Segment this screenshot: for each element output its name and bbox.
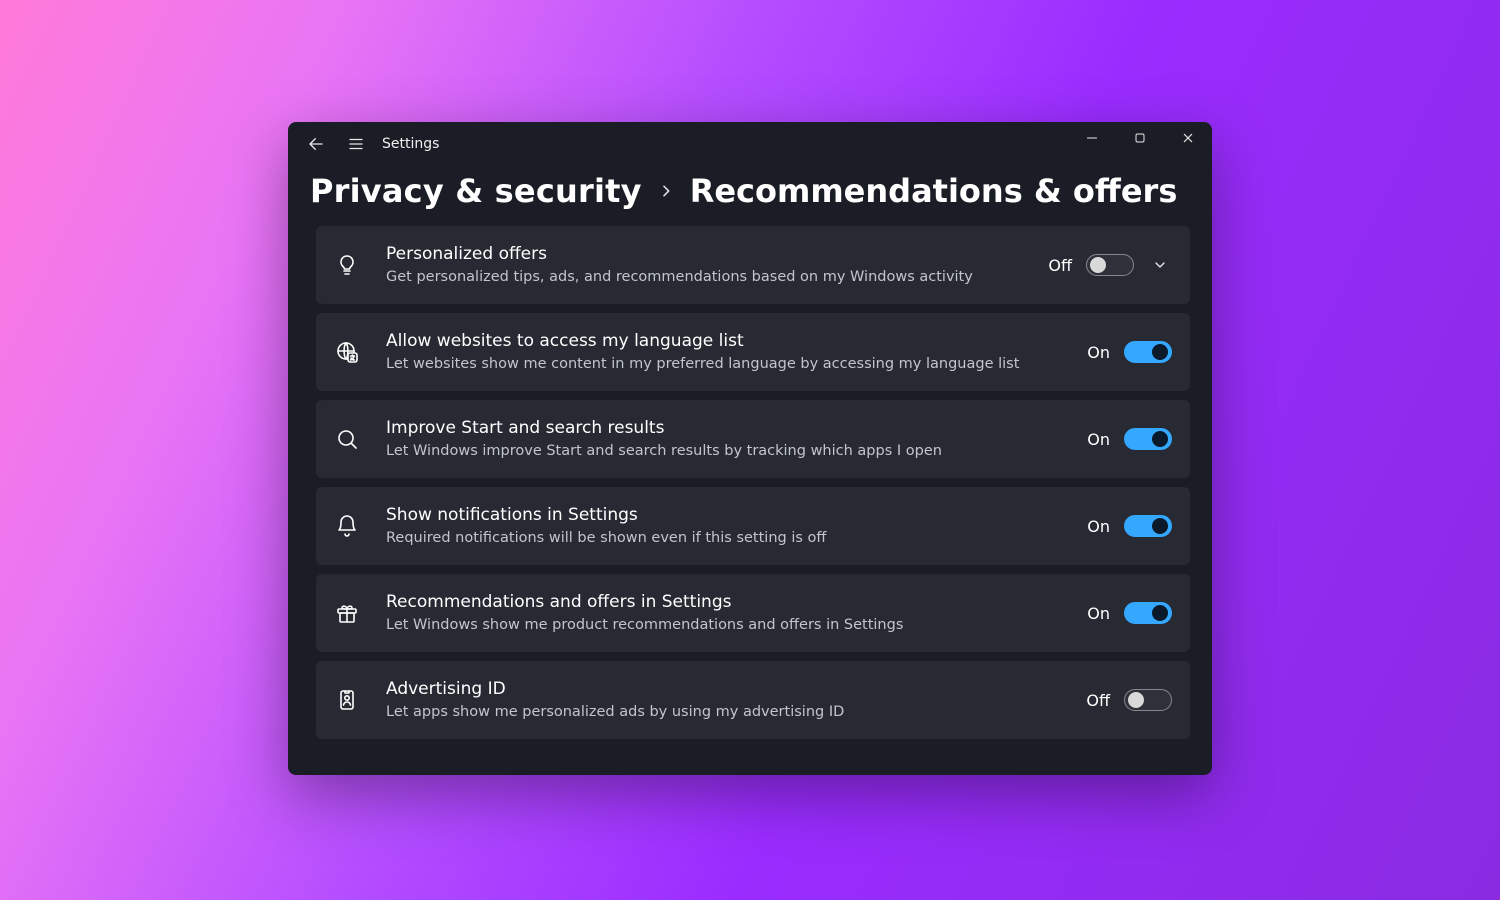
- toggle-advertising-id[interactable]: [1124, 689, 1172, 711]
- toggle-state-label: Off: [1086, 691, 1110, 710]
- toggle-state-label: On: [1087, 604, 1110, 623]
- app-title: Settings: [382, 136, 439, 152]
- gift-icon: [330, 596, 364, 630]
- maximize-button[interactable]: [1116, 122, 1164, 154]
- setting-description: Required notifications will be shown eve…: [386, 529, 1065, 547]
- close-button[interactable]: [1164, 122, 1212, 154]
- setting-title: Improve Start and search results: [386, 418, 1065, 439]
- setting-description: Get personalized tips, ads, and recommen…: [386, 268, 1026, 286]
- setting-row-personalized-offers: Personalized offers Get personalized tips…: [316, 226, 1190, 304]
- chevron-right-icon: [658, 183, 674, 199]
- setting-text: Advertising ID Let apps show me personali…: [386, 679, 1064, 720]
- id-card-icon: [330, 683, 364, 717]
- toggle-state-label: Off: [1048, 256, 1072, 275]
- toggle-knob: [1152, 344, 1168, 360]
- setting-row-language-list: Allow websites to access my language lis…: [316, 313, 1190, 391]
- setting-text: Personalized offers Get personalized tips…: [386, 244, 1026, 285]
- back-button[interactable]: [296, 124, 336, 164]
- setting-description: Let Windows improve Start and search res…: [386, 442, 1065, 460]
- setting-controls: Off: [1048, 254, 1172, 276]
- setting-row-improve-search: Improve Start and search results Let Wind…: [316, 400, 1190, 478]
- toggle-knob: [1090, 257, 1106, 273]
- chevron-down-icon: [1152, 257, 1168, 273]
- toggle-knob: [1128, 692, 1144, 708]
- close-icon: [1182, 132, 1194, 144]
- window-controls: [1068, 122, 1212, 154]
- setting-row-recs-in-settings: Recommendations and offers in Settings Le…: [316, 574, 1190, 652]
- hamburger-icon: [347, 135, 365, 153]
- setting-controls: On: [1087, 515, 1172, 537]
- setting-controls: On: [1087, 602, 1172, 624]
- globe-language-icon: [330, 335, 364, 369]
- setting-text: Recommendations and offers in Settings Le…: [386, 592, 1065, 633]
- setting-controls: Off: [1086, 689, 1172, 711]
- toggle-personalized-offers[interactable]: [1086, 254, 1134, 276]
- breadcrumb-parent[interactable]: Privacy & security: [310, 172, 642, 210]
- setting-controls: On: [1087, 341, 1172, 363]
- breadcrumb-leaf: Recommendations & offers: [690, 172, 1178, 210]
- toggle-recs-in-settings[interactable]: [1124, 602, 1172, 624]
- expand-button[interactable]: [1148, 257, 1172, 273]
- maximize-icon: [1134, 132, 1146, 144]
- minimize-button[interactable]: [1068, 122, 1116, 154]
- toggle-improve-search[interactable]: [1124, 428, 1172, 450]
- setting-title: Show notifications in Settings: [386, 505, 1065, 526]
- toggle-knob: [1152, 518, 1168, 534]
- breadcrumb: Privacy & security Recommendations & off…: [288, 166, 1212, 226]
- setting-title: Recommendations and offers in Settings: [386, 592, 1065, 613]
- search-icon: [330, 422, 364, 456]
- toggle-knob: [1152, 431, 1168, 447]
- toggle-language-list[interactable]: [1124, 341, 1172, 363]
- setting-row-advertising-id: Advertising ID Let apps show me personali…: [316, 661, 1190, 739]
- setting-text: Improve Start and search results Let Wind…: [386, 418, 1065, 459]
- setting-description: Let Windows show me product recommendati…: [386, 616, 1065, 634]
- arrow-left-icon: [307, 135, 325, 153]
- lightbulb-icon: [330, 248, 364, 282]
- toggle-state-label: On: [1087, 343, 1110, 362]
- menu-button[interactable]: [336, 124, 376, 164]
- toggle-notifications-in-settings[interactable]: [1124, 515, 1172, 537]
- setting-row-notifications-in-settings: Show notifications in Settings Required n…: [316, 487, 1190, 565]
- bell-icon: [330, 509, 364, 543]
- toggle-state-label: On: [1087, 430, 1110, 449]
- settings-window: Settings Privacy & security Recommendati…: [288, 122, 1212, 775]
- setting-title: Allow websites to access my language lis…: [386, 331, 1065, 352]
- minimize-icon: [1086, 132, 1098, 144]
- setting-title: Personalized offers: [386, 244, 1026, 265]
- setting-text: Show notifications in Settings Required n…: [386, 505, 1065, 546]
- setting-description: Let apps show me personalized ads by usi…: [386, 703, 1064, 721]
- setting-description: Let websites show me content in my prefe…: [386, 355, 1065, 373]
- titlebar: Settings: [288, 122, 1212, 166]
- toggle-knob: [1152, 605, 1168, 621]
- setting-controls: On: [1087, 428, 1172, 450]
- setting-text: Allow websites to access my language lis…: [386, 331, 1065, 372]
- settings-list: Personalized offers Get personalized tips…: [288, 226, 1212, 761]
- toggle-state-label: On: [1087, 517, 1110, 536]
- setting-title: Advertising ID: [386, 679, 1064, 700]
